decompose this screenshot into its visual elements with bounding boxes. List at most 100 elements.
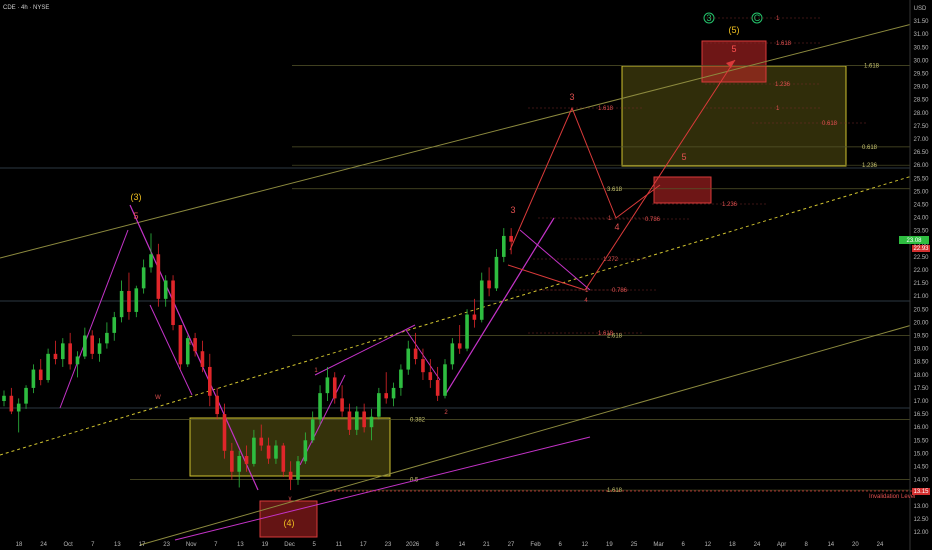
candle-body xyxy=(16,403,21,412)
candle-body xyxy=(465,314,469,349)
x-tick-label: 20 xyxy=(852,542,859,548)
candle-body xyxy=(362,411,366,428)
candle-body xyxy=(479,280,484,320)
candle-body xyxy=(421,359,425,373)
y-tick-label: 17.50 xyxy=(913,386,929,392)
x-tick-label: 13 xyxy=(237,542,244,548)
x-tick-label: 17 xyxy=(360,542,367,548)
candle-body xyxy=(193,338,197,352)
candle-body xyxy=(200,351,205,367)
y-tick-label: 29.00 xyxy=(913,85,929,91)
candle-body xyxy=(509,235,513,242)
x-tick-label: 23 xyxy=(385,542,392,548)
candle-body xyxy=(9,395,14,412)
y-tick-label: 31.00 xyxy=(913,32,929,38)
candle-body xyxy=(435,380,440,396)
candle-body xyxy=(347,411,352,430)
y-tick-label: 13.00 xyxy=(913,504,929,510)
candle-body xyxy=(83,335,87,357)
y-tick-label: 21.00 xyxy=(913,294,929,300)
candle-body xyxy=(310,419,315,441)
y-tick-label: 15.00 xyxy=(913,451,929,457)
red-fib-label: 1.236 xyxy=(775,82,791,88)
candle-body xyxy=(355,411,359,430)
candle-body xyxy=(377,393,381,417)
x-tick-label: 13 xyxy=(114,542,121,548)
invalidation-label: Invalidation Level xyxy=(869,494,915,500)
candle-body xyxy=(68,343,72,365)
y-tick-label: 12.50 xyxy=(913,517,929,523)
red-fib-label: 0.786 xyxy=(612,288,628,294)
price-chart[interactable]: 1.6180.6181.2363.6182.6180.3820.51.618 xyxy=(0,0,932,550)
candle-body xyxy=(325,377,330,394)
y-tick-label: 18.00 xyxy=(913,373,929,379)
candle-body xyxy=(90,335,94,354)
y-tick-label: 28.00 xyxy=(913,111,929,117)
y-tick-label: 29.50 xyxy=(913,72,929,78)
candle-body xyxy=(127,290,131,312)
candle-body xyxy=(53,353,58,360)
y-tick-label: 24.00 xyxy=(913,216,929,222)
red-fib-label: 0.618 xyxy=(822,121,838,127)
label-proj-3: 3 xyxy=(569,92,574,102)
label-top-5-paren: (5) xyxy=(729,25,740,35)
candle-body xyxy=(97,343,102,354)
price-axis[interactable]: USD 12.0012.5013.0013.5014.0014.5015.001… xyxy=(909,0,932,550)
x-tick-label: 27 xyxy=(508,542,515,548)
red-fib-label: 1.272 xyxy=(603,257,619,263)
candle-body xyxy=(288,471,293,480)
y-tick-label: 22.00 xyxy=(913,268,929,274)
candle-body xyxy=(252,437,256,464)
candle-body xyxy=(332,377,337,399)
x-tick-label: 17 xyxy=(139,542,146,548)
x-tick-label: 23 xyxy=(163,542,170,548)
y-tick-label: 25.00 xyxy=(913,189,929,195)
candle-body xyxy=(303,440,308,462)
label-wave-3-5: 5 xyxy=(133,211,138,221)
candle-body xyxy=(163,280,168,299)
current-price-text: 23.08 xyxy=(906,238,922,244)
candle-body xyxy=(208,366,212,396)
x-tick-label: Oct xyxy=(64,542,74,548)
y-tick-label: 27.00 xyxy=(913,137,929,143)
x-tick-label: 18 xyxy=(729,542,736,548)
invalidation-price-text: 13.15 xyxy=(913,489,929,495)
x-tick-label: 2026 xyxy=(406,542,420,548)
candle-body xyxy=(141,267,146,289)
fib-level-label: 3.618 xyxy=(607,187,623,193)
y-tick-label: 12.00 xyxy=(913,530,929,536)
candle-body xyxy=(171,280,175,326)
candle-body xyxy=(237,456,241,472)
y-tick-label: 20.50 xyxy=(913,307,929,313)
ticker-header: CDE · 4h · NYSE xyxy=(3,5,49,11)
candle-body xyxy=(428,372,433,381)
x-tick-label: Dec xyxy=(284,542,295,548)
y-tick-label: 19.00 xyxy=(913,347,929,353)
y-tick-label: 25.50 xyxy=(913,176,929,182)
candle-body xyxy=(24,387,28,404)
candle-body xyxy=(457,343,462,349)
candle-body xyxy=(105,332,109,344)
candle-body xyxy=(178,325,183,365)
candle-body xyxy=(384,393,388,399)
candle-body xyxy=(318,393,322,420)
chart-root[interactable]: 1.6180.6181.2363.6182.6180.3820.51.618 xyxy=(0,0,932,550)
candle-body xyxy=(215,395,219,415)
x-tick-label: Nov xyxy=(186,542,197,548)
candle-body xyxy=(391,387,396,399)
candle-body xyxy=(112,317,117,333)
candle-body xyxy=(134,288,139,312)
candle-body xyxy=(61,343,65,360)
x-tick-label: 19 xyxy=(606,542,613,548)
candle-body xyxy=(450,343,455,365)
y-tick-label: 14.50 xyxy=(913,465,929,471)
x-tick-label: 25 xyxy=(631,542,638,548)
candle-body xyxy=(119,290,124,318)
fib-level-label: 0.618 xyxy=(862,145,878,151)
fib-level-label: 1.618 xyxy=(864,64,880,70)
y-tick-label: 18.50 xyxy=(913,360,929,366)
candle-body xyxy=(296,461,300,480)
y-tick-label: 23.50 xyxy=(913,229,929,235)
candle-body xyxy=(340,398,344,412)
label-proj-5-top: 5 xyxy=(731,44,736,54)
